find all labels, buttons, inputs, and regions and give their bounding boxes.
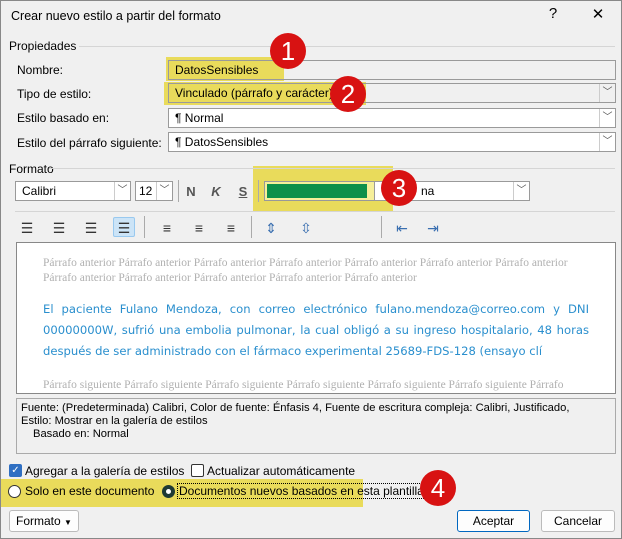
chevron-down-icon: ﹀ xyxy=(114,182,130,200)
chevron-down-icon: ﹀ xyxy=(599,109,615,127)
new-documents-label: Documentos nuevos basados en esta planti… xyxy=(177,483,426,499)
separator xyxy=(258,180,259,202)
accept-button[interactable]: Aceptar xyxy=(457,510,530,532)
description-line: Fuente: (Predeterminada) Calibri, Color … xyxy=(21,402,570,414)
name-input[interactable]: DatosSensibles xyxy=(168,60,616,80)
separator xyxy=(251,216,252,238)
format-label: Formato xyxy=(16,514,61,528)
divider xyxy=(15,211,615,212)
paragraph-icon: ¶ xyxy=(175,135,182,149)
name-value: DatosSensibles xyxy=(175,63,259,77)
create-style-dialog: Crear nuevo estilo a partir del formato … xyxy=(0,0,622,539)
one-half-spacing-icon[interactable]: ≡ xyxy=(188,218,210,238)
increase-indent-icon[interactable]: ⇥ xyxy=(422,218,444,238)
decrease-indent-icon[interactable]: ⇤ xyxy=(391,218,413,238)
align-left-icon[interactable]: ☰ xyxy=(16,218,38,238)
callout-badge-1: 1 xyxy=(270,33,306,69)
previous-paragraph-text: Párrafo anterior Párrafo anterior Párraf… xyxy=(43,257,568,284)
callout-badge-2: 2 xyxy=(330,76,366,112)
divider xyxy=(79,46,615,47)
font-color-swatch xyxy=(267,184,367,198)
next-paragraph-text: Párrafo siguiente Párrafo siguiente Párr… xyxy=(43,379,564,391)
based-on-value: Normal xyxy=(184,111,224,125)
cancel-button[interactable]: Cancelar xyxy=(541,510,615,532)
paragraph-icon: ¶ xyxy=(175,111,182,125)
align-center-icon[interactable]: ☰ xyxy=(48,218,70,238)
style-description: Fuente: (Predeterminada) Calibri, Color … xyxy=(16,398,616,454)
callout-badge-4: 4 xyxy=(420,470,456,506)
dialog-title: Crear nuevo estilo a partir del formato xyxy=(11,9,221,23)
add-gallery-checkbox[interactable]: ✓ xyxy=(9,464,22,477)
caret-down-icon: ▼ xyxy=(64,518,72,527)
divider xyxy=(49,168,615,169)
new-documents-radio[interactable] xyxy=(162,485,175,498)
italic-button[interactable]: K xyxy=(206,184,226,199)
sample-text: El paciente Fulano Mendoza, con correo e… xyxy=(43,302,589,358)
font-color-select[interactable] xyxy=(264,181,376,201)
chevron-down-icon: ﹀ xyxy=(599,133,615,151)
description-line: Estilo: Mostrar en la galería de estilos xyxy=(21,415,208,427)
chevron-down-icon: ﹀ xyxy=(513,182,529,200)
separator xyxy=(381,216,382,238)
add-gallery-label: Agregar a la galería de estilos xyxy=(25,464,185,478)
only-document-label: Solo en este documento xyxy=(25,484,155,498)
close-button[interactable]: ✕ xyxy=(583,5,613,23)
style-type-select[interactable]: Vinculado (párrafo y carácter) ﹀ xyxy=(168,83,616,103)
single-spacing-icon[interactable]: ≡ xyxy=(156,218,178,238)
format-heading: Formato xyxy=(9,162,54,176)
properties-heading: Propiedades xyxy=(9,39,77,53)
justify-icon[interactable]: ☰ xyxy=(113,217,135,237)
increase-paragraph-spacing-icon[interactable]: ⇕ xyxy=(260,218,282,238)
chevron-down-icon: ﹀ xyxy=(156,182,172,200)
size-select[interactable]: 12 ﹀ xyxy=(135,181,173,201)
underline-button[interactable]: S xyxy=(233,184,253,199)
only-document-radio[interactable] xyxy=(8,485,21,498)
help-button[interactable]: ? xyxy=(538,5,568,22)
next-style-select[interactable]: ¶ DatosSensibles ﹀ xyxy=(168,132,616,152)
chevron-down-icon: ﹀ xyxy=(599,84,615,102)
description-line: Basado en: Normal xyxy=(33,428,129,440)
based-on-label: Estilo basado en: xyxy=(17,111,110,125)
auto-update-checkbox[interactable] xyxy=(191,464,204,477)
style-type-label: Tipo de estilo: xyxy=(17,87,92,101)
auto-update-label: Actualizar automáticamente xyxy=(207,464,356,478)
align-right-icon[interactable]: ☰ xyxy=(80,218,102,238)
name-label: Nombre: xyxy=(17,63,64,77)
callout-badge-3: 3 xyxy=(381,170,417,206)
based-on-select[interactable]: ¶ Normal ﹀ xyxy=(168,108,616,128)
decrease-paragraph-spacing-icon[interactable]: ⇳ xyxy=(295,218,317,238)
format-menu-button[interactable]: Formato ▼ xyxy=(9,510,79,532)
double-spacing-icon[interactable]: ≡ xyxy=(220,218,242,238)
bold-button[interactable]: N xyxy=(181,184,201,199)
font-value: Calibri xyxy=(22,184,57,198)
font-select[interactable]: Calibri ﹀ xyxy=(15,181,131,201)
separator xyxy=(144,216,145,238)
size-value: 12 xyxy=(139,184,153,198)
style-type-value: Vinculado (párrafo y carácter) xyxy=(175,86,333,100)
separator xyxy=(178,180,179,202)
next-style-label: Estilo del párrafo siguiente: xyxy=(17,136,162,150)
style-preview: Párrafo anterior Párrafo anterior Párraf… xyxy=(16,242,616,394)
next-style-value: DatosSensibles xyxy=(184,135,269,149)
